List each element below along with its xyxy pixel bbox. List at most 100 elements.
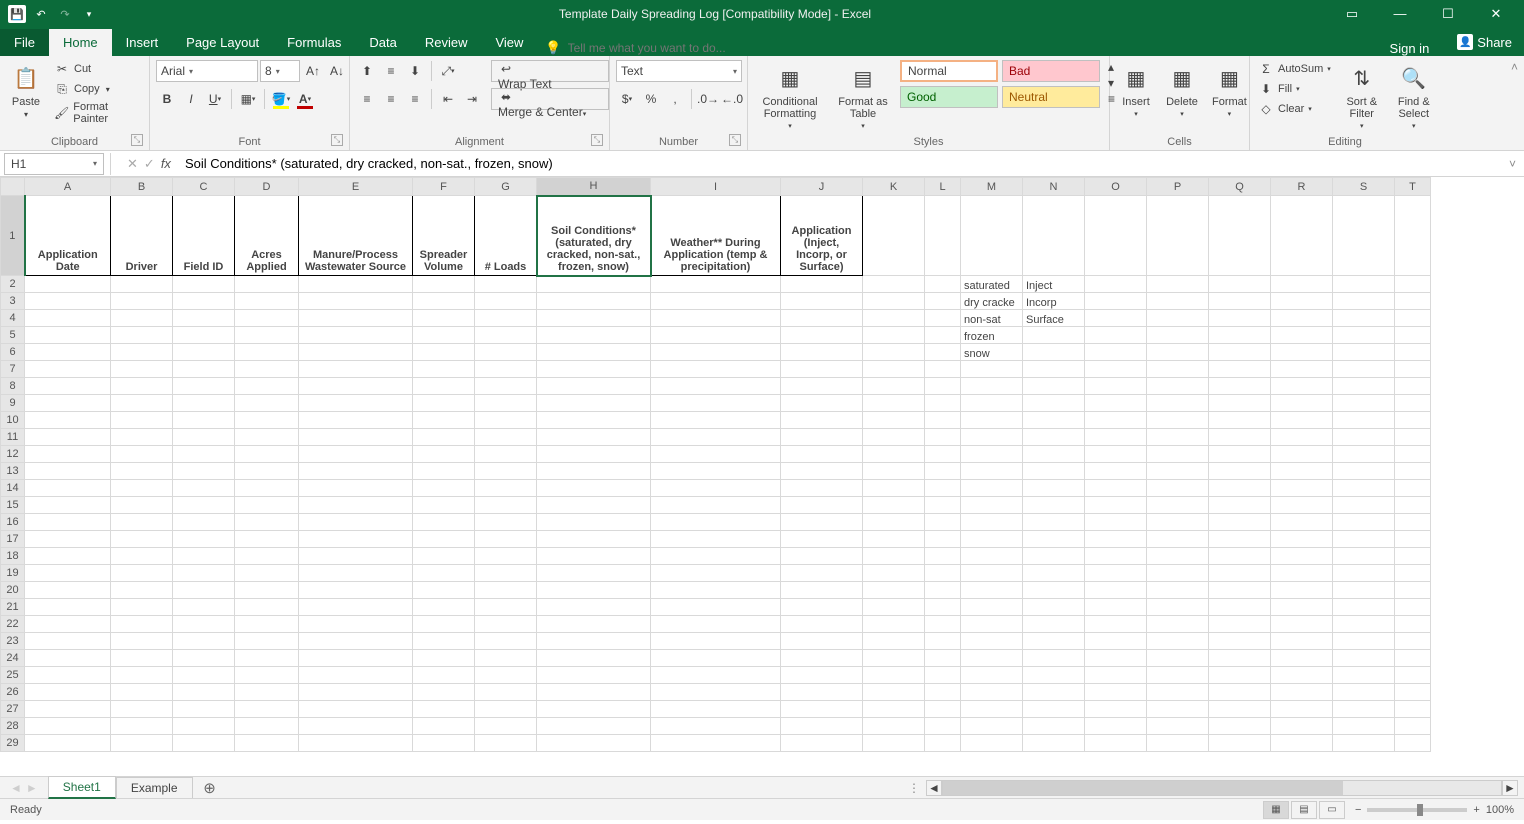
cell[interactable] <box>651 412 781 429</box>
cell[interactable] <box>863 548 925 565</box>
cell[interactable] <box>1209 718 1271 735</box>
cell[interactable] <box>111 701 173 718</box>
cell[interactable] <box>863 480 925 497</box>
cell[interactable] <box>1271 327 1333 344</box>
cell[interactable] <box>1209 463 1271 480</box>
cell[interactable] <box>537 718 651 735</box>
cell[interactable] <box>781 344 863 361</box>
cell[interactable] <box>1023 650 1085 667</box>
row-header[interactable]: 1 <box>1 196 25 276</box>
cell[interactable] <box>537 395 651 412</box>
cell[interactable] <box>1333 446 1395 463</box>
cell[interactable] <box>173 667 235 684</box>
cell[interactable] <box>925 497 961 514</box>
expand-formula-bar-icon[interactable]: ˅ <box>1501 157 1524 171</box>
cell[interactable] <box>111 718 173 735</box>
cell[interactable] <box>1085 293 1147 310</box>
cell[interactable] <box>925 667 961 684</box>
cell[interactable] <box>235 684 299 701</box>
column-header[interactable]: P <box>1147 178 1209 196</box>
cell[interactable] <box>413 684 475 701</box>
cell[interactable] <box>1147 276 1209 293</box>
cell[interactable] <box>299 701 413 718</box>
cell[interactable] <box>25 480 111 497</box>
cell[interactable] <box>1395 497 1431 514</box>
cell[interactable] <box>1147 429 1209 446</box>
row-header[interactable]: 27 <box>1 701 25 718</box>
cell[interactable] <box>1333 701 1395 718</box>
alignment-launcher[interactable]: ⤡ <box>591 134 603 146</box>
cell[interactable] <box>299 582 413 599</box>
fx-icon[interactable]: fx <box>161 156 171 172</box>
cell[interactable] <box>651 327 781 344</box>
cell[interactable] <box>111 514 173 531</box>
cell[interactable] <box>173 616 235 633</box>
cell[interactable] <box>25 701 111 718</box>
sheet-tab-example[interactable]: Example <box>116 777 193 798</box>
cell[interactable] <box>961 565 1023 582</box>
cell[interactable] <box>299 616 413 633</box>
cell[interactable] <box>1333 667 1395 684</box>
cell[interactable] <box>1085 718 1147 735</box>
cell[interactable] <box>651 310 781 327</box>
format-as-table-button[interactable]: ▤Format as Table▾ <box>832 60 894 132</box>
cell[interactable] <box>1209 412 1271 429</box>
cell[interactable] <box>235 446 299 463</box>
cell[interactable] <box>25 565 111 582</box>
cell[interactable] <box>475 531 537 548</box>
cell[interactable] <box>475 599 537 616</box>
cell[interactable] <box>781 565 863 582</box>
insert-cells-button[interactable]: ▦Insert▾ <box>1116 60 1156 120</box>
cell[interactable] <box>1271 429 1333 446</box>
cell[interactable] <box>863 446 925 463</box>
cell[interactable] <box>961 633 1023 650</box>
cell[interactable] <box>413 276 475 293</box>
cell[interactable] <box>111 293 173 310</box>
comma-format-icon[interactable]: , <box>664 88 686 110</box>
cell[interactable] <box>111 599 173 616</box>
cell[interactable] <box>1271 650 1333 667</box>
cell[interactable] <box>863 616 925 633</box>
cell[interactable] <box>651 718 781 735</box>
row-header[interactable]: 6 <box>1 344 25 361</box>
cell[interactable] <box>25 293 111 310</box>
cell[interactable] <box>1147 327 1209 344</box>
cell[interactable] <box>1023 616 1085 633</box>
cell[interactable] <box>475 735 537 752</box>
cancel-formula-icon[interactable]: ✕ <box>127 156 138 172</box>
cell[interactable] <box>475 446 537 463</box>
cell[interactable] <box>1395 548 1431 565</box>
cell[interactable] <box>1085 463 1147 480</box>
cell[interactable] <box>1395 463 1431 480</box>
cell[interactable] <box>1333 497 1395 514</box>
cell[interactable] <box>1023 514 1085 531</box>
cell[interactable] <box>863 514 925 531</box>
cell[interactable] <box>1023 633 1085 650</box>
cell[interactable] <box>173 429 235 446</box>
percent-format-icon[interactable]: % <box>640 88 662 110</box>
cell[interactable] <box>1147 633 1209 650</box>
cell[interactable] <box>299 497 413 514</box>
cell[interactable] <box>1085 684 1147 701</box>
cell[interactable] <box>1085 582 1147 599</box>
cell[interactable] <box>781 361 863 378</box>
format-cells-button[interactable]: ▦Format▾ <box>1208 60 1251 120</box>
cell[interactable] <box>475 684 537 701</box>
cell[interactable] <box>25 276 111 293</box>
cell[interactable] <box>413 633 475 650</box>
cell[interactable] <box>1209 684 1271 701</box>
cell[interactable] <box>537 463 651 480</box>
cell[interactable] <box>475 310 537 327</box>
cell[interactable] <box>413 718 475 735</box>
cell[interactable] <box>537 684 651 701</box>
cell[interactable] <box>961 650 1023 667</box>
paste-button[interactable]: 📋 Paste ▾ <box>6 60 46 121</box>
cell[interactable] <box>173 650 235 667</box>
cell[interactable] <box>1271 361 1333 378</box>
row-header[interactable]: 3 <box>1 293 25 310</box>
cell[interactable] <box>781 310 863 327</box>
cell[interactable] <box>537 293 651 310</box>
cell[interactable] <box>25 344 111 361</box>
cell[interactable] <box>173 378 235 395</box>
cell[interactable] <box>863 395 925 412</box>
